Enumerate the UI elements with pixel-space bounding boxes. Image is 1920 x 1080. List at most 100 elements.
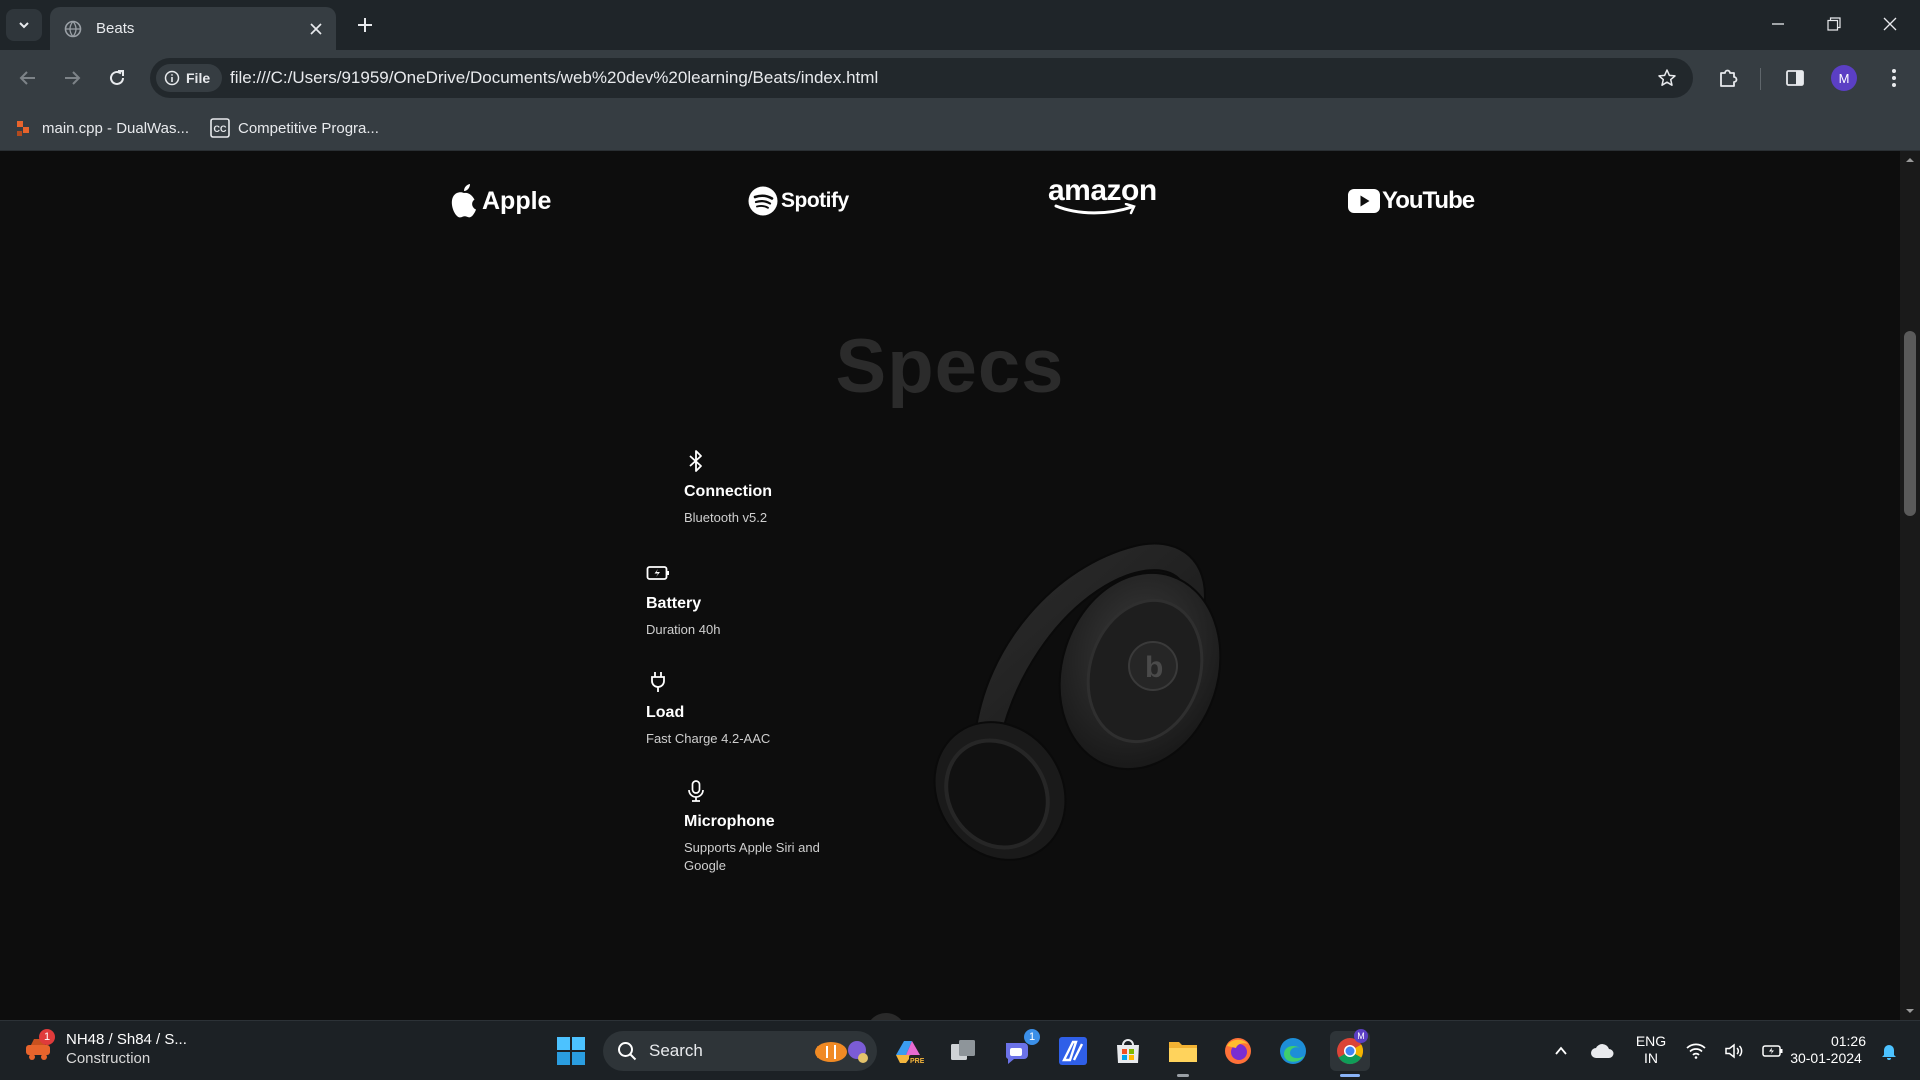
amazon-smile-icon (1054, 203, 1136, 215)
site-info-chip[interactable]: File (156, 64, 222, 92)
volume-icon (1725, 1043, 1743, 1059)
battery-icon (1762, 1045, 1783, 1057)
plug-icon (651, 672, 665, 692)
browser-menu-button[interactable] (1879, 63, 1909, 93)
spec-name: Battery (646, 595, 702, 612)
bookmark-item-main-cpp[interactable]: main.cpp - DualWas... (16, 116, 189, 140)
onedrive-button[interactable] (1584, 1033, 1620, 1069)
back-button[interactable] (11, 61, 45, 95)
url-text[interactable]: file:///C:/Users/91959/OneDrive/Document… (230, 68, 878, 88)
notifications-button[interactable] (1874, 1033, 1904, 1069)
weather-title: NH48 / Sh84 / S... (66, 1031, 187, 1048)
app-logo-icon (1059, 1037, 1087, 1065)
side-panel-button[interactable] (1780, 63, 1810, 93)
svg-text:PRE: PRE (910, 1058, 924, 1065)
wifi-icon (1686, 1043, 1706, 1059)
brand-label: Apple (482, 186, 552, 215)
search-icon (618, 1042, 637, 1061)
scrollbar-thumb[interactable] (1904, 331, 1916, 516)
apple-brand-logo: Apple (450, 181, 551, 221)
scroll-up-icon[interactable] (1905, 155, 1915, 165)
side-panel-icon (1786, 70, 1804, 86)
taskbar: 1 NH48 / Sh84 / S... Construction Search… (0, 1020, 1920, 1080)
language-indicator[interactable]: ENG IN (1630, 1033, 1672, 1067)
profile-avatar[interactable]: M (1831, 65, 1857, 91)
star-icon (1658, 69, 1676, 86)
bookmark-star-button[interactable] (1653, 64, 1681, 92)
toolbar-divider (1760, 68, 1761, 90)
tab-search-button[interactable] (6, 9, 42, 41)
bookmark-label: Competitive Progra... (238, 119, 379, 137)
spec-name: Microphone (684, 813, 775, 830)
tab-title: Beats (96, 20, 135, 37)
info-icon (164, 70, 180, 86)
taskbar-search[interactable]: Search (603, 1031, 877, 1071)
plus-icon (358, 18, 372, 32)
bluetooth-icon (689, 450, 702, 472)
new-tab-button[interactable] (350, 10, 380, 40)
browser-toolbar: File file:///C:/Users/91959/OneDrive/Doc… (0, 50, 1920, 106)
scroll-down-icon[interactable] (1905, 1006, 1915, 1016)
start-button[interactable] (553, 1033, 589, 1069)
folder-icon (1169, 1042, 1197, 1062)
spec-name: Load (646, 704, 685, 721)
running-indicator (1177, 1074, 1189, 1077)
youtube-logo-icon (1348, 189, 1380, 213)
bell-icon (1882, 1045, 1896, 1060)
close-window-button[interactable] (1862, 0, 1918, 48)
microphone-icon (688, 780, 704, 802)
svg-text:b: b (1145, 651, 1163, 684)
taskbar-app-file-explorer[interactable] (1165, 1033, 1201, 1069)
spec-item-load: Load Fast Charge 4.2-AAC (646, 670, 770, 748)
bookmark-item-competitive-programming[interactable]: CC Competitive Progra... (210, 116, 379, 140)
svg-text:CC: CC (214, 124, 227, 134)
arrow-left-icon (19, 71, 35, 85)
clock-date: 30-01-2024 (1790, 1050, 1862, 1066)
address-bar[interactable]: File file:///C:/Users/91959/OneDrive/Doc… (150, 58, 1693, 98)
taskbar-app-chrome[interactable]: M (1330, 1029, 1370, 1071)
show-hidden-icons-button[interactable] (1545, 1033, 1577, 1069)
taskbar-app-edge[interactable] (1275, 1033, 1311, 1069)
weather-badge: 1 (39, 1029, 55, 1045)
restore-icon (1827, 17, 1841, 31)
minimize-button[interactable] (1750, 0, 1806, 48)
spec-value: Fast Charge 4.2-AAC (646, 731, 771, 746)
tab-close-button[interactable] (302, 15, 330, 43)
reload-button[interactable] (100, 61, 134, 95)
spec-name: Connection (684, 483, 772, 500)
site-chip-label: File (186, 70, 211, 86)
tab-beats[interactable]: Beats (50, 7, 336, 50)
taskbar-app-teams[interactable]: 1 (1000, 1029, 1040, 1069)
spec-value: Duration 40h (646, 622, 721, 637)
forward-button[interactable] (55, 61, 89, 95)
cloud-icon (1591, 1044, 1614, 1058)
bookmarks-bar: main.cpp - DualWas... CC Competitive Pro… (0, 106, 1920, 151)
clock[interactable]: 01:26 30-01-2024 (1782, 1033, 1870, 1067)
search-highlight-icon (815, 1041, 868, 1063)
taskbar-app-antares[interactable] (1055, 1033, 1091, 1069)
bookmark-label: main.cpp - DualWas... (42, 119, 189, 137)
spec-value: Bluetooth v5.2 (684, 510, 768, 525)
extensions-button[interactable] (1713, 63, 1743, 93)
taskbar-app-task-view[interactable] (945, 1033, 981, 1069)
brand-label: Spotify (781, 189, 849, 212)
spec-value: Supports Apple Siri and Google (684, 840, 820, 873)
page-scrollbar[interactable] (1900, 151, 1920, 1020)
quick-settings-button[interactable] (1680, 1033, 1790, 1069)
chrome-profile-badge: M (1354, 1029, 1368, 1043)
chevron-up-icon (1555, 1046, 1567, 1055)
weather-widget[interactable]: 1 NH48 / Sh84 / S... Construction (22, 1029, 187, 1067)
weather-subtitle: Construction (66, 1050, 151, 1067)
code-file-icon (17, 121, 29, 136)
brand-label: YouTube (1382, 187, 1475, 214)
restore-button[interactable] (1806, 0, 1862, 48)
taskbar-app-store[interactable] (1110, 1033, 1146, 1069)
language-code: ENG (1635, 1033, 1667, 1049)
apple-logo-icon (451, 184, 476, 218)
scroll-indicator[interactable] (866, 1013, 906, 1020)
page-content: Apple Spotify amazon YouTube Specs Conne… (0, 151, 1900, 1020)
taskbar-app-firefox[interactable] (1220, 1033, 1256, 1069)
close-icon (1883, 17, 1897, 31)
taskbar-app-copilot[interactable]: PRE (890, 1033, 926, 1069)
reload-icon (110, 70, 124, 85)
